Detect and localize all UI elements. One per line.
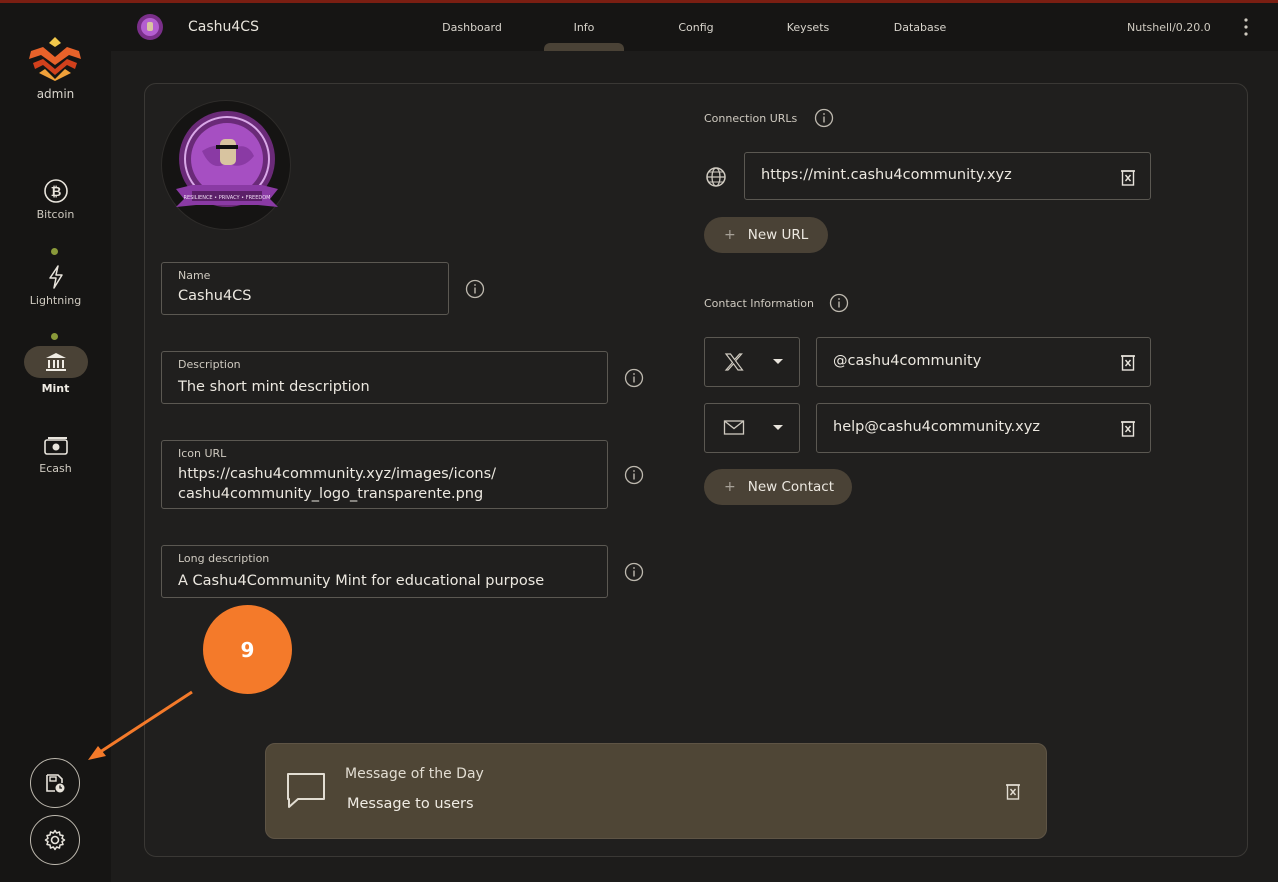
info-icon[interactable] — [814, 108, 834, 128]
connection-url-field[interactable]: https://mint.cashu4community.xyz — [744, 152, 1151, 200]
chevron-down-icon — [773, 359, 783, 364]
globe-icon — [706, 167, 726, 187]
annotation-arrow — [88, 690, 193, 760]
contact-type-select[interactable] — [704, 337, 800, 387]
name-value: Cashu4CS — [178, 288, 252, 304]
message-of-the-day-panel[interactable]: Message of the Day Message to users — [265, 743, 1047, 839]
delete-icon[interactable] — [1120, 168, 1136, 186]
active-tab-indicator — [544, 43, 624, 51]
active-indicator — [23, 346, 88, 378]
new-contact-button[interactable]: + New Contact — [704, 469, 852, 505]
nav-bitcoin[interactable]: ₿ Bitcoin — [0, 178, 111, 221]
connection-urls-label: Connection URLs — [704, 112, 798, 125]
delete-icon[interactable] — [1120, 353, 1136, 371]
cash-icon — [43, 437, 68, 455]
tab-keysets[interactable]: Keysets — [768, 21, 848, 34]
svg-text:₿: ₿ — [50, 185, 61, 200]
long-description-label: Long description — [178, 552, 270, 565]
connection-url-value: https://mint.cashu4community.xyz — [761, 167, 1012, 183]
contact-value-field[interactable]: @cashu4community — [816, 337, 1151, 387]
nav-lightning[interactable]: Lightning — [0, 264, 111, 307]
contact-type-select[interactable] — [704, 403, 800, 453]
description-value: The short mint description — [178, 379, 370, 395]
icon-url-label: Icon URL — [178, 447, 227, 460]
motd-message: Message to users — [347, 796, 474, 812]
more-vert-icon[interactable] — [1240, 17, 1252, 37]
plus-icon: + — [724, 227, 736, 243]
name-label: Name — [178, 269, 211, 282]
bitcoin-icon: ₿ — [43, 179, 68, 203]
nav-label: Ecash — [39, 462, 72, 475]
contact-information-label: Contact Information — [704, 297, 814, 310]
new-url-label: New URL — [747, 227, 809, 243]
info-icon[interactable] — [624, 562, 644, 582]
new-url-button[interactable]: + New URL — [704, 217, 828, 253]
tab-info[interactable]: Info — [544, 21, 624, 34]
mail-icon — [723, 420, 745, 435]
tab-database[interactable]: Database — [880, 21, 960, 34]
new-contact-label: New Contact — [747, 479, 834, 495]
info-icon[interactable] — [829, 293, 849, 313]
delete-icon[interactable] — [1120, 419, 1136, 437]
mint-logo-preview: RESILIENCE • PRIVACY • FREEDOM — [161, 100, 291, 230]
user-label: admin — [36, 87, 75, 101]
step-number-badge: 9 — [203, 605, 292, 694]
chevron-down-icon — [773, 425, 783, 430]
long-description-value: A Cashu4Community Mint for educational p… — [178, 573, 545, 589]
tab-dashboard[interactable]: Dashboard — [432, 21, 512, 34]
nav-mint[interactable]: Mint — [0, 346, 111, 395]
info-icon[interactable] — [624, 368, 644, 388]
plus-icon: + — [724, 479, 736, 495]
motd-title: Message of the Day — [345, 766, 484, 782]
app-logo — [29, 37, 81, 81]
save-schedule-button[interactable] — [30, 758, 80, 808]
x-icon — [724, 353, 744, 371]
name-field[interactable]: Name Cashu4CS — [161, 262, 449, 315]
description-field[interactable]: Description The short mint description — [161, 351, 608, 404]
contact-value-field[interactable]: help@cashu4community.xyz — [816, 403, 1151, 453]
contact-value: help@cashu4community.xyz — [833, 419, 1040, 435]
lightning-icon — [48, 265, 63, 289]
status-dot — [51, 248, 58, 255]
status-dot — [51, 333, 58, 340]
bank-icon — [45, 353, 66, 371]
tab-config[interactable]: Config — [656, 21, 736, 34]
contact-value: @cashu4community — [833, 353, 982, 369]
nav-label: Bitcoin — [36, 208, 75, 221]
svg-text:RESILIENCE • PRIVACY • FREEDOM: RESILIENCE • PRIVACY • FREEDOM — [184, 195, 271, 201]
delete-icon[interactable] — [1005, 782, 1021, 800]
nav-label: Mint — [41, 382, 70, 395]
mint-avatar-icon[interactable] — [136, 13, 164, 41]
icon-url-value-line1: https://cashu4community.xyz/images/icons… — [178, 466, 497, 482]
long-description-field[interactable]: Long description A Cashu4Community Mint … — [161, 545, 608, 598]
settings-button[interactable] — [30, 815, 80, 865]
gear-icon — [44, 829, 66, 851]
info-icon[interactable] — [624, 465, 644, 485]
icon-url-value-line2: cashu4community_logo_transparente.png — [178, 486, 484, 502]
mint-logo-image: RESILIENCE • PRIVACY • FREEDOM — [176, 111, 278, 207]
save-schedule-icon — [46, 774, 65, 793]
app-title: Cashu4CS — [188, 19, 259, 35]
icon-url-field[interactable]: Icon URL https://cashu4community.xyz/ima… — [161, 440, 608, 509]
description-label: Description — [178, 358, 241, 371]
chat-icon — [287, 773, 325, 808]
nav-label: Lightning — [29, 294, 82, 307]
nav-ecash[interactable]: Ecash — [0, 436, 111, 475]
info-icon[interactable] — [465, 279, 485, 299]
version-label: Nutshell/0.20.0 — [1127, 21, 1211, 34]
